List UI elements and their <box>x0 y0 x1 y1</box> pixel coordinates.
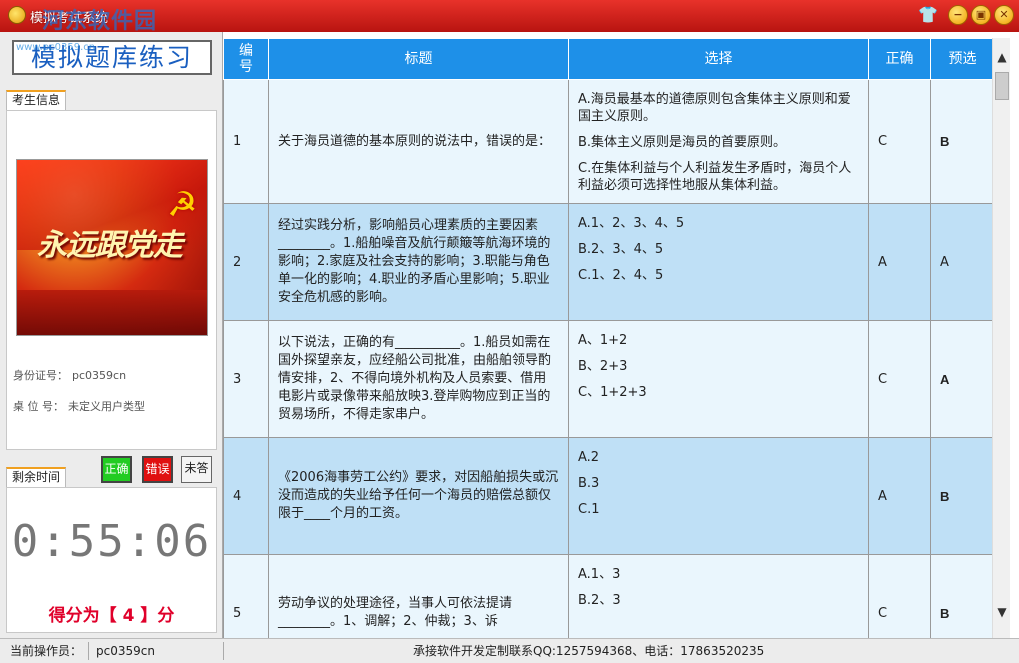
choice-option[interactable]: B.2、3、4、5 <box>578 241 859 258</box>
preselected-answer[interactable]: A <box>930 203 994 321</box>
choice-option[interactable]: A.海员最基本的道德原则包含集体主义原则和爱国主义原则。 <box>578 91 859 125</box>
choice-option[interactable]: C.1、2、4、5 <box>578 267 859 284</box>
table-row[interactable]: 5 劳动争议的处理途径，当事人可依法提请________。1、调解；2、仲裁；3、… <box>223 554 994 638</box>
preselected-answer[interactable]: B <box>930 437 994 555</box>
question-number: 1 <box>223 79 269 204</box>
correct-answer: C <box>868 320 931 438</box>
question-choices: A.2 B.3 C.1 <box>568 437 869 555</box>
table-header-row: 编号 标题 选择 正确 预选 <box>223 38 994 80</box>
choice-option[interactable]: A、1+2 <box>578 332 859 349</box>
correct-answer: C <box>868 79 931 204</box>
tab-candidate-info: 考生信息 <box>6 90 67 110</box>
col-header-choices[interactable]: 选择 <box>568 38 869 80</box>
preselected-answer[interactable]: A <box>930 320 994 438</box>
scroll-thumb[interactable] <box>995 72 1009 100</box>
choice-option[interactable]: C.1 <box>578 501 859 518</box>
legend-correct: 正确 <box>101 456 132 483</box>
question-title: 劳动争议的处理途径，当事人可依法提请________。1、调解；2、仲裁；3、诉 <box>268 554 569 638</box>
table-row[interactable]: 3 以下说法，正确的有__________。1.船员如需在国外探望亲友，应经船公司… <box>223 320 994 438</box>
wall-graphic <box>17 290 207 335</box>
question-table-area: 编号 标题 选择 正确 预选 1 关于海员道德的基本原则的说法中，错误的是： A.海… <box>222 32 1019 638</box>
preselected-answer[interactable]: B <box>930 554 994 638</box>
seat-value: 未定义用户类型 <box>68 400 145 413</box>
skin-icon[interactable]: 👕 <box>918 6 938 24</box>
close-icon[interactable]: ✕ <box>994 5 1014 25</box>
col-header-num[interactable]: 编号 <box>223 38 269 80</box>
choice-option[interactable]: A.2 <box>578 449 859 466</box>
choice-option[interactable]: B.3 <box>578 475 859 492</box>
table-row[interactable]: 4 《2006海事劳工公约》要求，对因船舶损失或沉没而造成的失业给予任何一个海员的… <box>223 437 994 555</box>
table-row[interactable]: 2 经过实践分析，影响船员心理素质的主要因素________。1.船舶噪音及航行颠… <box>223 203 994 321</box>
col-header-preselect[interactable]: 预选 <box>930 38 994 80</box>
score-display: 得分为【 4 】分 <box>48 606 175 626</box>
title-bar: 模拟考试系统 河东软件园 👕 − ▣ ✕ <box>0 0 1019 34</box>
choice-option[interactable]: A.1、2、3、4、5 <box>578 215 859 232</box>
question-title: 关于海员道德的基本原则的说法中，错误的是： <box>268 79 569 204</box>
choice-option[interactable]: B.2、3 <box>578 592 859 609</box>
col-header-answer[interactable]: 正确 <box>868 38 931 80</box>
question-number: 5 <box>223 554 269 638</box>
watermark-text: 河东软件园 <box>42 9 158 34</box>
scroll-down-icon[interactable]: ▼ <box>993 603 1011 621</box>
vertical-scrollbar[interactable]: ▲ ▼ <box>992 38 1010 638</box>
id-value: pc0359cn <box>72 369 127 382</box>
question-table: 编号 标题 选择 正确 预选 1 关于海员道德的基本原则的说法中，错误的是： A.海… <box>223 38 994 638</box>
legend-wrong: 错误 <box>142 456 173 483</box>
correct-answer: A <box>868 203 931 321</box>
correct-answer: A <box>868 437 931 555</box>
correct-answer: C <box>868 554 931 638</box>
restore-icon[interactable]: ▣ <box>971 5 991 25</box>
question-number: 2 <box>223 203 269 321</box>
operator-label: 当前操作员： <box>10 644 83 658</box>
emblem-icon: ☭ <box>167 185 198 225</box>
id-label: 身份证号： <box>13 369 68 382</box>
question-choices: A、1+2 B、2+3 C、1+2+3 <box>568 320 869 438</box>
seat-label: 桌 位 号： <box>13 400 64 413</box>
contact-info: 承接软件开发定制联系QQ:1257594368、电话：17863520235 <box>413 644 765 658</box>
operator-value: pc0359cn <box>96 644 155 658</box>
scroll-up-icon[interactable]: ▲ <box>993 48 1011 66</box>
status-bar: 当前操作员： pc0359cn 承接软件开发定制联系QQ:1257594368、… <box>0 638 1019 663</box>
minimize-icon[interactable]: − <box>948 5 968 25</box>
question-title: 以下说法，正确的有__________。1.船员如需在国外探望亲友，应经船公司批… <box>268 320 569 438</box>
countdown-timer: 0:55:06 <box>11 516 212 567</box>
app-icon <box>8 6 26 24</box>
question-title: 《2006海事劳工公约》要求，对因船舶损失或沉没而造成的失业给予任何一个海员的赔… <box>268 437 569 555</box>
choice-option[interactable]: C、1+2+3 <box>578 384 859 401</box>
tab-remaining-time: 剩余时间 <box>6 467 67 487</box>
seat-line: 桌 位 号： 未定义用户类型 <box>13 398 145 414</box>
table-row[interactable]: 1 关于海员道德的基本原则的说法中，错误的是： A.海员最基本的道德原则包含集体主义… <box>223 79 994 204</box>
logo-watermark: www.pc0359.cn <box>16 42 96 53</box>
candidate-photo: ☭ 永远跟党走 <box>16 159 208 336</box>
question-number: 3 <box>223 320 269 438</box>
preselected-answer[interactable]: B <box>930 79 994 204</box>
photo-slogan: 永远跟党走 <box>37 228 183 263</box>
question-title: 经过实践分析，影响船员心理素质的主要因素________。1.船舶噪音及航行颠簸… <box>268 203 569 321</box>
choice-option[interactable]: B、2+3 <box>578 358 859 375</box>
col-header-title[interactable]: 标题 <box>268 38 569 80</box>
question-choices: A.1、3 B.2、3 <box>568 554 869 638</box>
legend-unanswered: 未答 <box>181 456 212 483</box>
question-number: 4 <box>223 437 269 555</box>
choice-option[interactable]: C.在集体利益与个人利益发生矛盾时，海员个人利益必须可选择性地服从集体利益。 <box>578 160 859 194</box>
id-line: 身份证号： pc0359cn <box>13 367 126 383</box>
choice-option[interactable]: B.集体主义原则是海员的首要原则。 <box>578 134 859 151</box>
question-choices: A.海员最基本的道德原则包含集体主义原则和爱国主义原则。 B.集体主义原则是海员的… <box>568 79 869 204</box>
choice-option[interactable]: A.1、3 <box>578 566 859 583</box>
question-choices: A.1、2、3、4、5 B.2、3、4、5 C.1、2、4、5 <box>568 203 869 321</box>
